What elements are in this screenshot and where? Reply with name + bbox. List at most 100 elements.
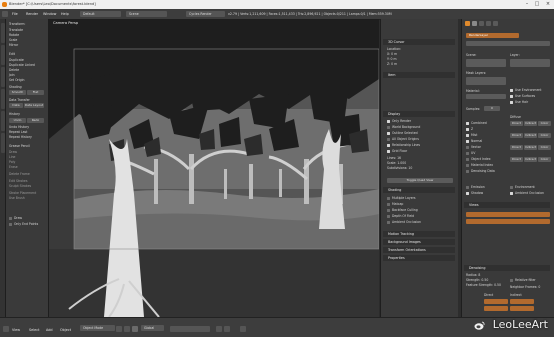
- ao-checkbox[interactable]: [510, 192, 513, 195]
- samples-field[interactable]: 0: [484, 106, 500, 111]
- denoise-glossy-indirect-toggle[interactable]: [510, 306, 534, 311]
- gp-erase-button[interactable]: Erase: [9, 165, 18, 169]
- data-button[interactable]: Data: [9, 103, 23, 108]
- shadow-checkbox[interactable]: [466, 192, 469, 195]
- denoise-strength-field[interactable]: Strength: 0.50: [466, 278, 488, 282]
- editor-type-icon[interactable]: [2, 11, 8, 17]
- menu-window[interactable]: Window: [43, 12, 56, 16]
- subsurface-direct-button[interactable]: Direct: [510, 157, 523, 162]
- z-pass-checkbox[interactable]: [466, 128, 469, 131]
- tab-animation[interactable]: [0, 89, 5, 109]
- panel-motion-tracking[interactable]: Motion Tracking: [383, 231, 455, 237]
- data-layout-button[interactable]: Data Layout: [24, 103, 44, 108]
- minimize-icon[interactable]: –: [522, 1, 532, 7]
- panel-shading[interactable]: Shading: [383, 187, 455, 193]
- panel-properties[interactable]: Properties: [383, 255, 455, 261]
- toggle-quad-view-button[interactable]: Toggle Quad View: [387, 178, 453, 183]
- set-origin-button[interactable]: Set Origin: [9, 78, 24, 82]
- rotate-button[interactable]: Rotate: [9, 33, 19, 37]
- close-icon[interactable]: ×: [543, 1, 553, 7]
- flat-button[interactable]: Flat: [27, 90, 44, 95]
- mist-pass-checkbox[interactable]: [466, 134, 469, 137]
- use-hair-checkbox[interactable]: [510, 101, 513, 104]
- translate-button[interactable]: Translate: [9, 28, 23, 32]
- subsurface-color-button[interactable]: Color: [538, 157, 551, 162]
- gp-edit-strokes-button[interactable]: Edit Strokes: [9, 179, 27, 183]
- diffuse-color-button[interactable]: Color: [538, 121, 551, 126]
- menu-render[interactable]: Render: [26, 12, 38, 16]
- menu-select[interactable]: Select: [29, 328, 39, 332]
- denoise-glossy-direct-toggle[interactable]: [484, 306, 508, 311]
- menu-file[interactable]: File: [12, 12, 18, 16]
- scene-layers-grid[interactable]: [466, 59, 506, 67]
- layout-selector[interactable]: Default: [80, 11, 121, 17]
- layer-buttons[interactable]: [170, 326, 210, 332]
- ambient-occlusion-checkbox[interactable]: [387, 221, 390, 224]
- tab-relations[interactable]: [0, 67, 5, 87]
- tab-physics[interactable]: [0, 111, 5, 131]
- gp-line-button[interactable]: Line: [9, 155, 15, 159]
- denoise-feature-strength-field[interactable]: Feature Strength: 0.50: [466, 283, 501, 287]
- undo-history-button[interactable]: Undo History: [9, 125, 29, 129]
- render-layers-grid[interactable]: [510, 59, 550, 67]
- proportional-editing-icon[interactable]: [216, 326, 222, 332]
- outline-selected-checkbox[interactable]: [387, 132, 390, 135]
- mirror-button[interactable]: Mirror: [9, 43, 18, 47]
- transmission-indirect-button[interactable]: Indirect: [524, 145, 537, 150]
- viewport-shading-icon[interactable]: [116, 326, 122, 332]
- denoise-radius-field[interactable]: Radius: 8: [466, 273, 480, 277]
- glossy-direct-button[interactable]: Direct: [510, 133, 523, 138]
- grid-scale-field[interactable]: Scale: 1.000: [387, 161, 406, 165]
- material-index-pass-checkbox[interactable]: [466, 164, 469, 167]
- mask-layers-grid[interactable]: [466, 77, 506, 85]
- cursor-x-field[interactable]: X: 0 m: [387, 52, 397, 56]
- editor-type-icon[interactable]: [3, 326, 9, 332]
- glossy-indirect-button[interactable]: Indirect: [524, 133, 537, 138]
- multiple-layers-checkbox[interactable]: [387, 197, 390, 200]
- repeat-history-button[interactable]: Repeat History: [9, 135, 32, 139]
- smooth-button[interactable]: Smooth: [9, 90, 26, 95]
- scale-button[interactable]: Scale: [9, 38, 17, 42]
- cursor-z-field[interactable]: Z: 0 m: [387, 62, 397, 66]
- use-surfaces-checkbox[interactable]: [510, 95, 513, 98]
- render-tab-icon[interactable]: [465, 21, 470, 26]
- scene-selector[interactable]: Scene: [126, 11, 167, 17]
- mode-selector[interactable]: Object Mode: [80, 325, 115, 331]
- snap-icon[interactable]: [224, 326, 230, 332]
- tab-tools[interactable]: [0, 23, 5, 43]
- render-preview-icon[interactable]: [240, 326, 246, 332]
- redo-button[interactable]: Redo: [27, 118, 44, 123]
- panel-display[interactable]: Display: [383, 111, 455, 117]
- menu-add[interactable]: Add: [46, 328, 53, 332]
- diffuse-direct-button[interactable]: Direct: [510, 121, 523, 126]
- relationship-lines-checkbox[interactable]: [387, 144, 390, 147]
- draw-checkbox[interactable]: [9, 217, 12, 220]
- glossy-color-button[interactable]: Color: [538, 133, 551, 138]
- denoise-diffuse-indirect-toggle[interactable]: [510, 299, 534, 304]
- panel-views[interactable]: Views: [464, 202, 550, 208]
- panel-background-images[interactable]: Background Images: [383, 239, 455, 245]
- scene-tab-icon[interactable]: [479, 21, 484, 26]
- combined-pass-checkbox[interactable]: [466, 122, 469, 125]
- panel-3d-cursor[interactable]: 3D Cursor: [383, 39, 455, 45]
- gp-sculpt-strokes-button[interactable]: Sculpt Strokes: [9, 184, 31, 188]
- object-tab-icon[interactable]: [493, 21, 498, 26]
- views-left-slot[interactable]: [466, 212, 550, 217]
- panel-denoising[interactable]: Denoising: [464, 265, 550, 271]
- grid-floor-checkbox[interactable]: [387, 150, 390, 153]
- join-button[interactable]: Join: [9, 73, 15, 77]
- gp-draw-button[interactable]: Draw: [9, 150, 17, 154]
- tab-grease-pencil[interactable]: [0, 133, 5, 153]
- menu-object[interactable]: Object: [60, 328, 71, 332]
- delete-button[interactable]: Delete: [9, 68, 19, 72]
- neighbor-frames-field[interactable]: Neighbor Frames: 0: [510, 285, 540, 289]
- pivot-point-icon[interactable]: [124, 326, 130, 332]
- denoising-data-pass-checkbox[interactable]: [466, 170, 469, 173]
- end-points-checkbox[interactable]: [9, 223, 12, 226]
- world-background-checkbox[interactable]: [387, 126, 390, 129]
- gp-poly-button[interactable]: Poly: [9, 160, 15, 164]
- matcap-checkbox[interactable]: [387, 203, 390, 206]
- render-layer-name-field[interactable]: RenderLayer: [466, 33, 519, 38]
- gp-use-brush-option[interactable]: Use Brush: [9, 196, 25, 200]
- grid-subdivisions-field[interactable]: Subdivisions: 10: [387, 166, 412, 170]
